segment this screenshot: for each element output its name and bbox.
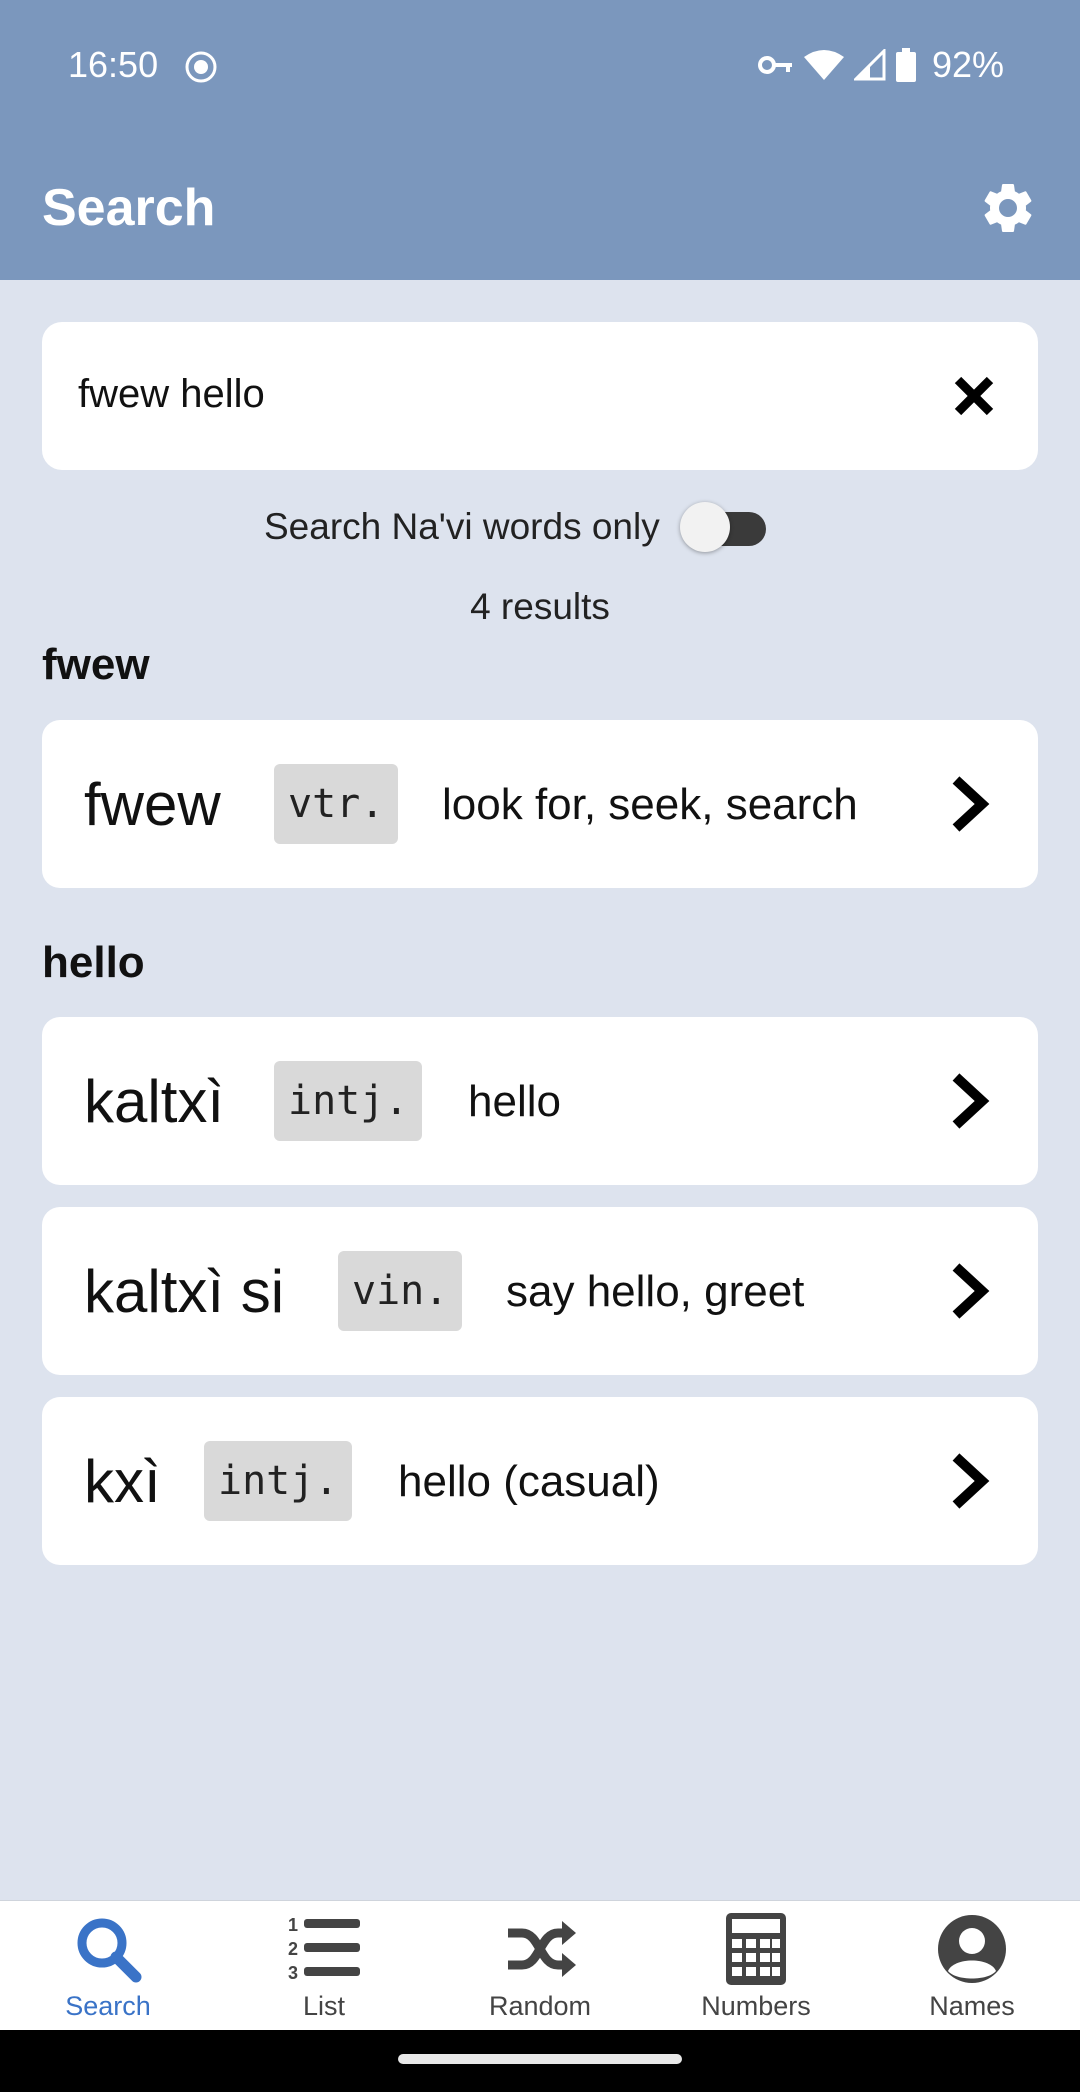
chevron-right-icon [952,1073,990,1129]
app-bar: 16:50 92% Search [0,0,1080,280]
result-word: kxì [84,1448,161,1515]
navi-only-toggle-row: Search Na'vi words only [0,498,1080,558]
part-of-speech-badge: intj. [204,1441,353,1521]
nav-item-search[interactable]: Search [0,1911,216,2031]
home-gesture-handle[interactable] [398,2054,682,2064]
nav-item-random[interactable]: Random [432,1911,648,2031]
nav-item-list[interactable]: 1 2 3 List [216,1911,432,2031]
result-word: kaltxì [84,1068,225,1135]
svg-text:1: 1 [288,1915,298,1935]
wifi-icon [803,50,844,80]
chevron-right-icon [952,776,990,832]
section-heading-fwew: fwew [42,640,150,689]
search-icon [77,1918,142,1983]
svg-text:2: 2 [288,1939,298,1959]
result-gloss: hello [468,1077,561,1126]
status-bar: 16:50 92% [0,0,1080,132]
search-field[interactable]: fwew hello [42,322,1038,470]
status-icons: 92% [757,44,1004,86]
result-gloss: say hello, greet [506,1267,805,1316]
gesture-navigation-bar [0,2030,1080,2092]
search-input[interactable]: fwew hello [78,372,265,417]
result-card[interactable]: fwew vtr. look for, seek, search [42,720,1038,888]
part-of-speech-badge: vtr. [274,764,399,844]
result-card[interactable]: kxì intj. hello (casual) [42,1397,1038,1565]
nav-item-names[interactable]: Names [864,1911,1080,2031]
part-of-speech-badge: vin. [338,1251,463,1331]
shuffle-icon [508,1921,576,1977]
battery-icon [895,48,916,82]
nav-label-numbers: Numbers [701,1991,811,2021]
list-icon: 1 2 3 [288,1915,360,1983]
result-word: kaltxì si [84,1258,285,1325]
navi-only-label: Search Na'vi words only [264,506,660,547]
result-gloss: look for, seek, search [442,780,858,829]
close-icon[interactable] [950,372,998,420]
result-card[interactable]: kaltxì intj. hello [42,1017,1038,1185]
nav-label-random: Random [488,1991,592,2021]
result-word: fwew [84,771,221,838]
svg-text:3: 3 [288,1963,298,1983]
section-heading-hello: hello [42,938,145,987]
gear-icon[interactable] [978,178,1038,238]
calculator-icon [726,1913,786,1985]
nav-label-names: Names [929,1991,1015,2021]
results-count: 4 results [470,586,610,627]
result-gloss: hello (casual) [398,1457,660,1506]
result-card[interactable]: kaltxì si vin. say hello, greet [42,1207,1038,1375]
nav-item-numbers[interactable]: Numbers [648,1911,864,2031]
vpn-key-icon [757,56,792,74]
status-time: 16:50 [68,44,159,85]
page-title: Search [42,179,216,237]
switch-thumb [680,502,730,552]
chevron-right-icon [952,1263,990,1319]
nav-label-search: Search [65,1991,151,2021]
nav-label-list: List [302,1991,346,2021]
dnd-icon [185,51,217,83]
account-icon [938,1915,1006,1983]
signal-icon [853,49,886,81]
navi-only-switch[interactable] [680,502,770,552]
battery-percent: 92% [931,44,1004,85]
bottom-navigation: Search 1 2 3 List Random Numbers Names [0,1900,1080,2030]
chevron-right-icon [952,1453,990,1509]
part-of-speech-badge: intj. [274,1061,423,1141]
